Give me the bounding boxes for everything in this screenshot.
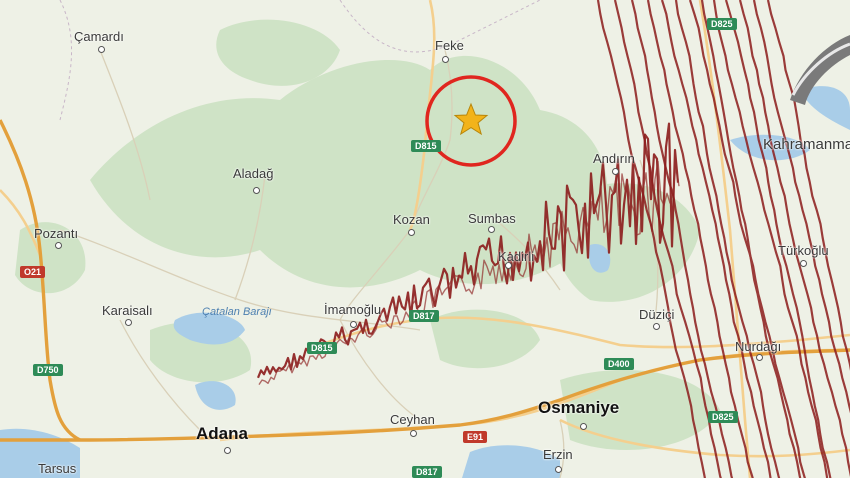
road-shield: D815 <box>411 140 441 152</box>
road-shield: D825 <box>708 411 738 423</box>
city-dot <box>756 354 763 361</box>
city-dot <box>442 56 449 63</box>
city-dot <box>555 466 562 473</box>
city-label[interactable]: Sumbas <box>468 211 516 226</box>
city-label[interactable]: Karaisalı <box>102 303 153 318</box>
city-label[interactable]: Ceyhan <box>390 412 435 427</box>
city-label[interactable]: Kadirli <box>498 249 534 264</box>
road-shield: D750 <box>33 364 63 376</box>
road-shield: D817 <box>409 310 439 322</box>
city-dot <box>612 168 619 175</box>
city-label[interactable]: Erzin <box>543 447 573 462</box>
city-dot <box>98 46 105 53</box>
city-dot <box>350 321 357 328</box>
city-label[interactable]: Osmaniye <box>538 398 619 418</box>
city-dot <box>125 319 132 326</box>
city-dot <box>580 423 587 430</box>
city-label[interactable]: Kahramanmaraş <box>763 136 850 153</box>
city-label[interactable]: Tarsus <box>38 461 76 476</box>
map-base <box>0 0 850 478</box>
lake-label: Çatalan Barajı <box>202 306 272 318</box>
city-dot <box>224 447 231 454</box>
city-dot <box>653 323 660 330</box>
city-label[interactable]: Düziçi <box>639 307 674 322</box>
city-label[interactable]: Aladağ <box>233 166 273 181</box>
road-shield: D817 <box>412 466 442 478</box>
city-dot <box>55 242 62 249</box>
city-label[interactable]: İmamoğlu <box>324 302 381 317</box>
seismograph-line <box>738 0 850 477</box>
city-dot <box>488 226 495 233</box>
city-dot <box>800 260 807 267</box>
road-shield: E91 <box>463 431 488 443</box>
road-shield: O21 <box>20 266 46 278</box>
city-dot <box>253 187 260 194</box>
forest-areas <box>15 19 720 450</box>
city-label[interactable]: Çamardı <box>74 29 124 44</box>
road-shield: D400 <box>604 358 634 370</box>
city-label[interactable]: Kozan <box>393 212 430 227</box>
map-view[interactable]: Çamardı Feke Aladağ Pozantı Kozan Sumbas… <box>0 0 850 478</box>
city-dot <box>410 430 417 437</box>
city-label[interactable]: Türkoğlu <box>778 243 829 258</box>
road-shield: D815 <box>307 342 337 354</box>
city-label[interactable]: Nurdağı <box>735 339 781 354</box>
city-label[interactable]: Feke <box>435 38 464 53</box>
road-shield: D825 <box>707 18 737 30</box>
city-label[interactable]: Andırın <box>593 151 635 166</box>
city-dot <box>408 229 415 236</box>
city-label[interactable]: Pozantı <box>34 226 78 241</box>
city-label[interactable]: Adana <box>196 424 248 444</box>
